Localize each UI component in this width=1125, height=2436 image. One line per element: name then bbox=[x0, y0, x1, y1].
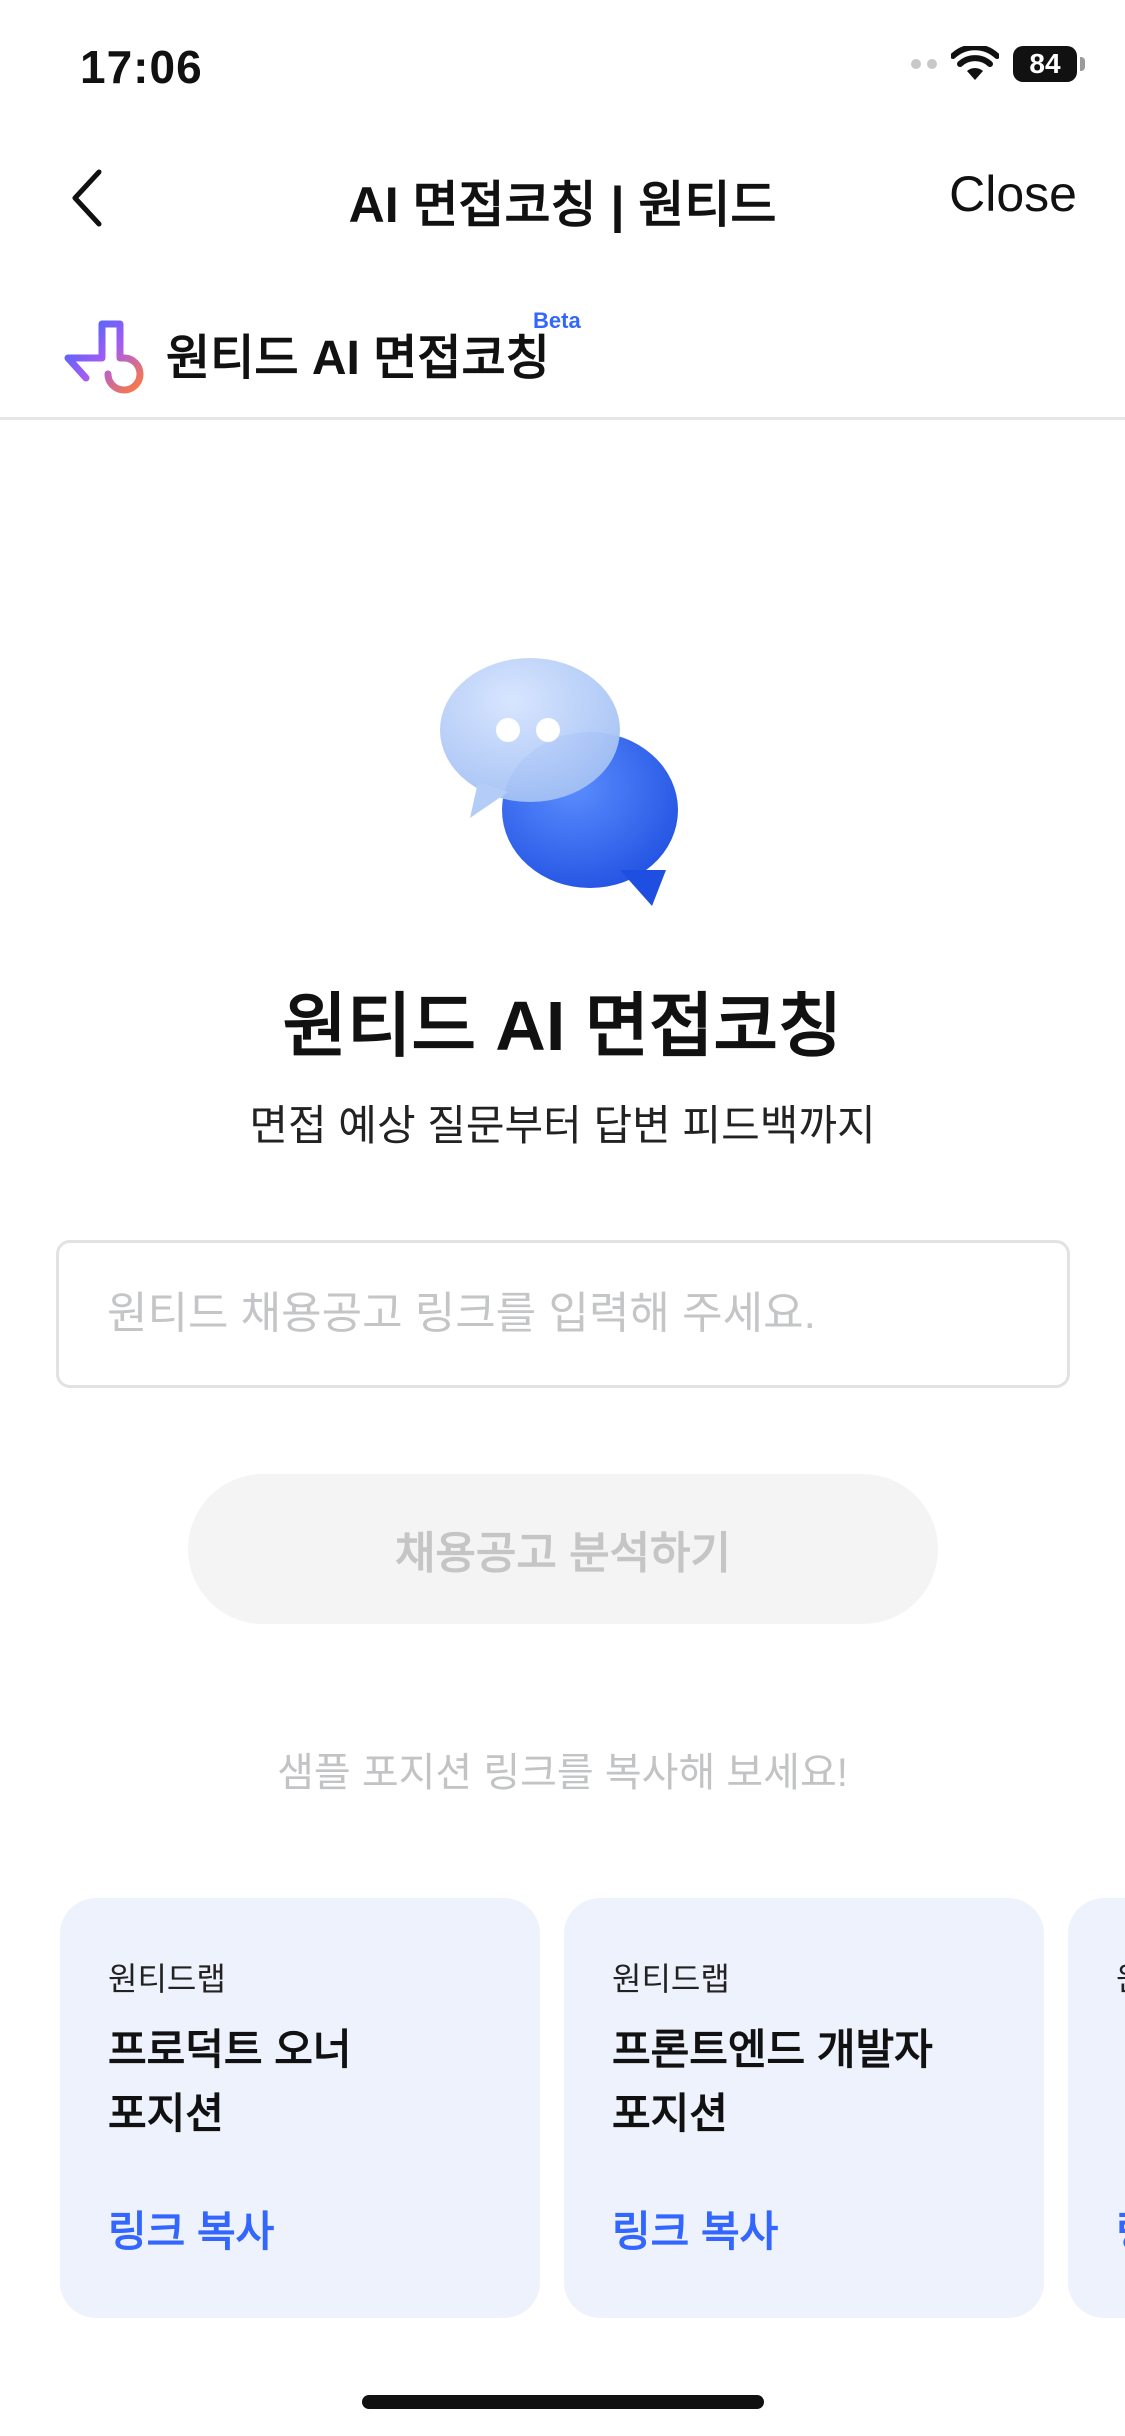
job-link-input[interactable] bbox=[56, 1240, 1070, 1388]
card-title-line: 프로덕트 오너 bbox=[108, 2026, 352, 2073]
copy-link-button[interactable]: 링크 복사 bbox=[1116, 2198, 1125, 2259]
battery-icon: 84 bbox=[1013, 46, 1085, 82]
copy-link-button[interactable]: 링크 복사 bbox=[612, 2198, 778, 2259]
card-title: 프로덕트 오너 포지션 bbox=[108, 2018, 492, 2146]
navigation-bar: AI 면접코칭 | 원티드 Close bbox=[0, 135, 1125, 260]
cellular-signal-icon bbox=[911, 59, 937, 69]
card-company: 원티드랩 bbox=[108, 1961, 226, 1997]
card-company: 원티드랩 bbox=[612, 1961, 730, 1997]
hero-title: 원티드 AI 면접코칭 bbox=[282, 987, 843, 1065]
sample-card[interactable]: 원티드랩 프론트엔드 개발자 포지션 링크 복사 bbox=[564, 1898, 1044, 2318]
card-company: 원티드랩 bbox=[1116, 1954, 1125, 2000]
card-title-line: 프론트엔드 개발자 bbox=[612, 2026, 933, 2073]
hero-subtitle: 면접 예상 질문부터 답변 피드백까지 bbox=[249, 1102, 876, 1149]
status-bar: 17:06 84 bbox=[0, 0, 1125, 135]
analyze-job-button[interactable]: 채용공고 분석하기 bbox=[188, 1474, 938, 1624]
card-title: 프론트엔드 개발자 포지션 bbox=[612, 2018, 996, 2146]
card-title-line: 포지션 bbox=[612, 2090, 728, 2137]
sample-card[interactable]: 원티드랩 링크 복사 bbox=[1068, 1898, 1125, 2318]
copy-link-button[interactable]: 링크 복사 bbox=[108, 2198, 274, 2259]
chat-bubbles-icon bbox=[440, 658, 678, 906]
status-time: 17:06 bbox=[80, 41, 203, 93]
sample-hint: 샘플 포지션 링크를 복사해 보세요! bbox=[277, 1751, 848, 1795]
card-title-line: 포지션 bbox=[108, 2090, 224, 2137]
sample-card[interactable]: 원티드랩 프로덕트 오너 포지션 링크 복사 bbox=[60, 1898, 540, 2318]
wanted-logo-icon bbox=[64, 320, 144, 394]
brand-header: 원티드 AI 면접코칭 Beta bbox=[0, 280, 1125, 420]
brand-name: 원티드 AI 면접코칭 bbox=[166, 332, 550, 385]
home-indicator[interactable] bbox=[362, 2395, 764, 2409]
close-button[interactable]: Close bbox=[949, 165, 1077, 223]
status-indicators: 84 bbox=[911, 46, 1085, 82]
sample-cards-carousel[interactable]: 원티드랩 프로덕트 오너 포지션 링크 복사 원티드랩 프론트엔드 개발자 포지… bbox=[60, 1898, 1125, 2318]
beta-badge: Beta bbox=[533, 308, 581, 333]
wifi-icon bbox=[951, 46, 999, 80]
